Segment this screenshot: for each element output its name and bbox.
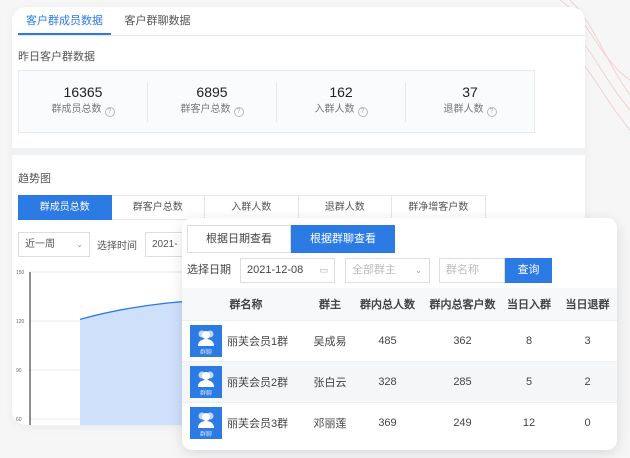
cell: 12 xyxy=(500,401,558,443)
group-chat-panel: 根据日期查看 根据群聊查看 选择日期 2021-12-08 ▭ 全部群主 ⌄ 群名称… xyxy=(182,218,617,450)
stat-value: 37 xyxy=(462,83,478,100)
stat-customers: 6895 群客户总数? xyxy=(148,81,277,122)
date-input[interactable]: 2021-12-08 ▭ xyxy=(240,258,335,283)
chevron-down-icon: ⌄ xyxy=(415,266,422,275)
group-avatar-icon: 群聊 xyxy=(190,406,222,439)
trend-label: 趋势图 xyxy=(18,173,51,185)
cell: 张白云 xyxy=(310,360,350,402)
period-value: 近一周 xyxy=(25,239,55,250)
icon-caption: 群聊 xyxy=(199,390,212,397)
y-tick-label: 90 xyxy=(16,368,22,374)
date-value: 2021-12-08 xyxy=(247,264,304,276)
y-tick-label: 150 xyxy=(16,270,25,276)
table-row[interactable]: 群聊 丽芙会员1群 吴成易 485 362 8 3 xyxy=(182,319,617,361)
stat-joined: 162 入群人数? xyxy=(277,81,406,122)
tab-chat-data[interactable]: 客户群聊数据 xyxy=(111,7,204,35)
trend-tab-joined[interactable]: 入群人数 xyxy=(205,195,299,220)
cell: 5 xyxy=(500,360,558,402)
yesterday-label: 昨日客户群数据 xyxy=(18,51,95,63)
cell: 369 xyxy=(350,401,425,443)
group-avatar-icon: 群聊 xyxy=(190,365,222,398)
col-left[interactable]: 当日退群 xyxy=(558,288,617,320)
cell: 3 xyxy=(558,319,617,361)
col-name[interactable]: 群名称 xyxy=(182,288,310,320)
col-total[interactable]: 群内总人数 xyxy=(350,288,425,320)
cell: 249 xyxy=(425,401,500,443)
group-name: 丽芙会员1群 xyxy=(227,335,289,348)
col-customers[interactable]: 群内总客户数 xyxy=(425,288,500,320)
group-name: 丽芙会员3群 xyxy=(227,417,289,430)
cell: 邓丽莲 xyxy=(310,401,350,443)
group-table: 群名称 群主 群内总人数 群内总客户数 当日入群 当日退群 群聊 丽芙会员1群 吴成… xyxy=(182,288,617,443)
cell: 2 xyxy=(558,360,617,402)
group-name-cell: 群聊 丽芙会员3群 xyxy=(182,406,310,439)
stat-label: 退群人数 xyxy=(443,103,484,115)
stat-label: 群客户总数 xyxy=(180,103,231,115)
cell: 328 xyxy=(350,360,425,402)
stat-left: 37 退群人数? xyxy=(406,82,534,122)
cell: 吴成易 xyxy=(310,319,350,361)
y-tick-label: 60 xyxy=(16,417,22,423)
trend-tab-customers[interactable]: 群客户总数 xyxy=(111,195,205,220)
help-icon[interactable]: ? xyxy=(357,106,368,117)
icon-caption: 群聊 xyxy=(199,349,212,356)
stats-box: 16365 群成员总数? 6895 群客户总数? 162 入群人数? 37 退群人数? xyxy=(18,70,535,133)
tab-by-date[interactable]: 根据日期查看 xyxy=(187,225,291,253)
help-icon[interactable]: ? xyxy=(104,106,115,117)
cell: 362 xyxy=(425,319,500,361)
time-label: 选择时间 xyxy=(97,241,137,252)
tab-member-data[interactable]: 客户群成员数据 xyxy=(18,7,111,35)
group-name-cell: 群聊 丽芙会员2群 xyxy=(182,365,310,398)
query-button[interactable]: 查询 xyxy=(505,258,552,283)
help-icon[interactable]: ? xyxy=(486,106,497,117)
owner-select[interactable]: 全部群主 ⌄ xyxy=(345,258,430,283)
y-tick-label: 120 xyxy=(16,319,25,325)
group-name-input[interactable]: 群名称 xyxy=(439,258,505,283)
stat-value: 162 xyxy=(329,83,353,100)
col-owner[interactable]: 群主 xyxy=(310,288,350,320)
icon-caption: 群聊 xyxy=(199,431,212,438)
help-icon[interactable]: ? xyxy=(233,106,244,117)
chevron-down-icon: ⌄ xyxy=(76,240,83,249)
group-avatar-icon: 群聊 xyxy=(190,324,222,357)
trend-tab-net[interactable]: 群净增客户数 xyxy=(392,195,486,220)
main-tabs: 客户群成员数据 客户群聊数据 xyxy=(18,7,585,36)
cell: 8 xyxy=(500,319,558,361)
tab-by-group[interactable]: 根据群聊查看 xyxy=(291,225,395,253)
col-joined[interactable]: 当日入群 xyxy=(500,288,558,320)
stat-value: 6895 xyxy=(196,83,228,100)
stat-label: 群成员总数 xyxy=(51,103,102,115)
group-name: 丽芙会员2群 xyxy=(227,376,289,389)
stat-value: 16365 xyxy=(63,83,103,100)
stat-members: 16365 群成员总数? xyxy=(19,81,148,122)
stat-label: 入群人数 xyxy=(314,103,355,115)
trend-tabs: 群成员总数 群客户总数 入群人数 退群人数 群净增客户数 xyxy=(18,195,486,220)
cell: 285 xyxy=(425,360,500,402)
cell: 485 xyxy=(350,319,425,361)
calendar-icon: ▭ xyxy=(319,265,328,275)
trend-tab-members[interactable]: 群成员总数 xyxy=(18,195,112,220)
view-tabs: 根据日期查看 根据群聊查看 xyxy=(187,225,395,253)
period-select[interactable]: 近一周 ⌄ xyxy=(18,232,90,257)
divider xyxy=(12,148,585,155)
cell: 0 xyxy=(558,401,617,443)
group-name-cell: 群聊 丽芙会员1群 xyxy=(182,324,310,357)
trend-tab-left[interactable]: 退群人数 xyxy=(298,195,392,220)
table-row[interactable]: 群聊 丽芙会员3群 邓丽莲 369 249 12 0 xyxy=(182,401,617,443)
date-label: 选择日期 xyxy=(187,264,231,276)
table-row[interactable]: 群聊 丽芙会员2群 张白云 328 285 5 2 xyxy=(182,360,617,402)
owner-placeholder: 全部群主 xyxy=(352,264,396,276)
